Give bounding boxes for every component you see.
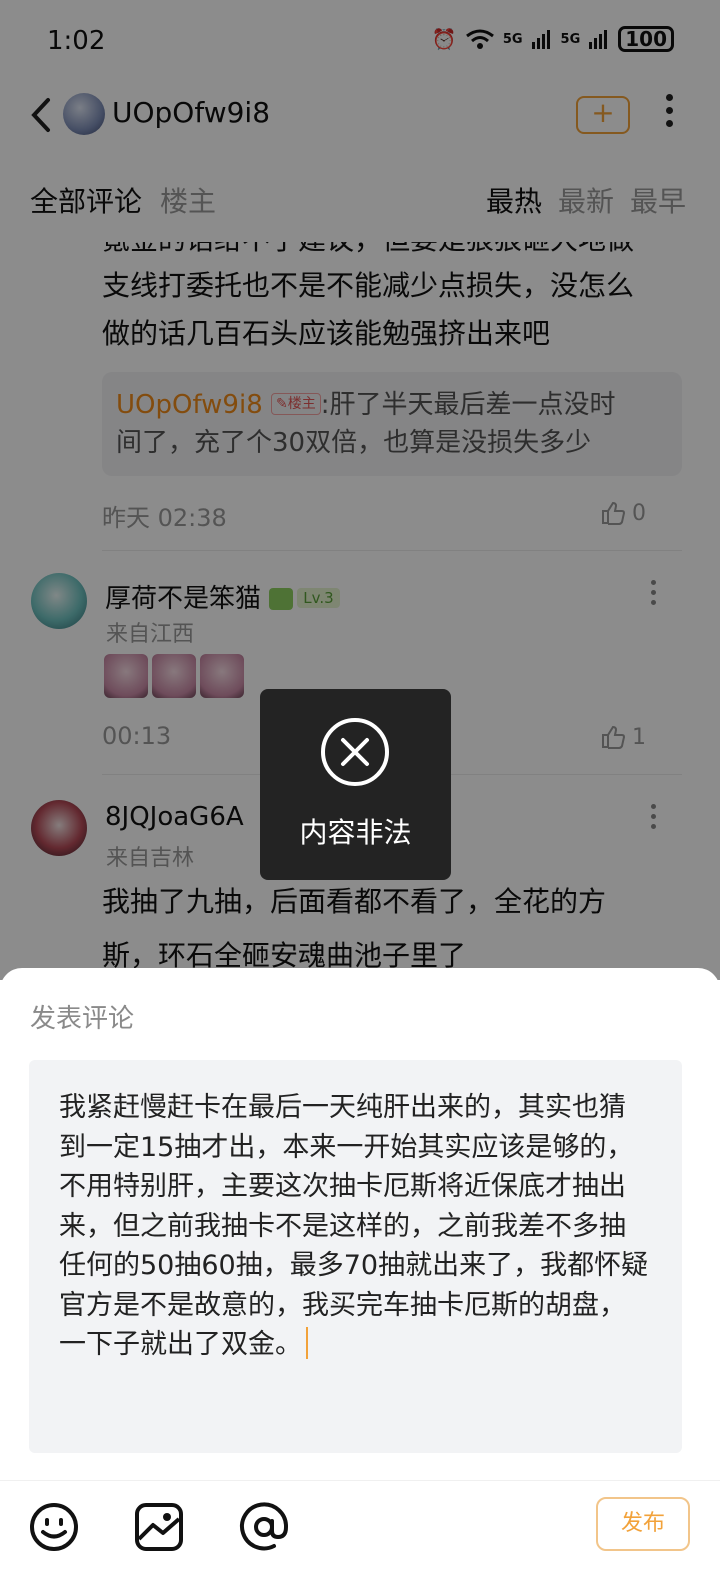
at-icon[interactable] xyxy=(238,1501,290,1553)
emoji-icon[interactable] xyxy=(28,1501,80,1553)
composer-toolbar: 发布 xyxy=(0,1480,720,1588)
publish-button[interactable]: 发布 xyxy=(596,1497,690,1551)
close-circle-icon xyxy=(321,718,389,786)
text-cursor xyxy=(306,1327,308,1359)
comment-input-text: 我紧赶慢赶卡在最后一天纯肝出来的，其实也猜到一定15抽才出，本来一开始其实应该是… xyxy=(59,1092,649,1360)
comment-composer-sheet: 发表评论 我紧赶慢赶卡在最后一天纯肝出来的，其实也猜到一定15抽才出，本来一开始… xyxy=(0,968,720,1588)
error-toast: 内容非法 xyxy=(260,689,451,880)
composer-title: 发表评论 xyxy=(30,1004,135,1034)
image-icon[interactable] xyxy=(133,1501,185,1553)
comment-input[interactable]: 我紧赶慢赶卡在最后一天纯肝出来的，其实也猜到一定15抽才出，本来一开始其实应该是… xyxy=(29,1060,682,1453)
toast-message: 内容非法 xyxy=(299,816,412,849)
